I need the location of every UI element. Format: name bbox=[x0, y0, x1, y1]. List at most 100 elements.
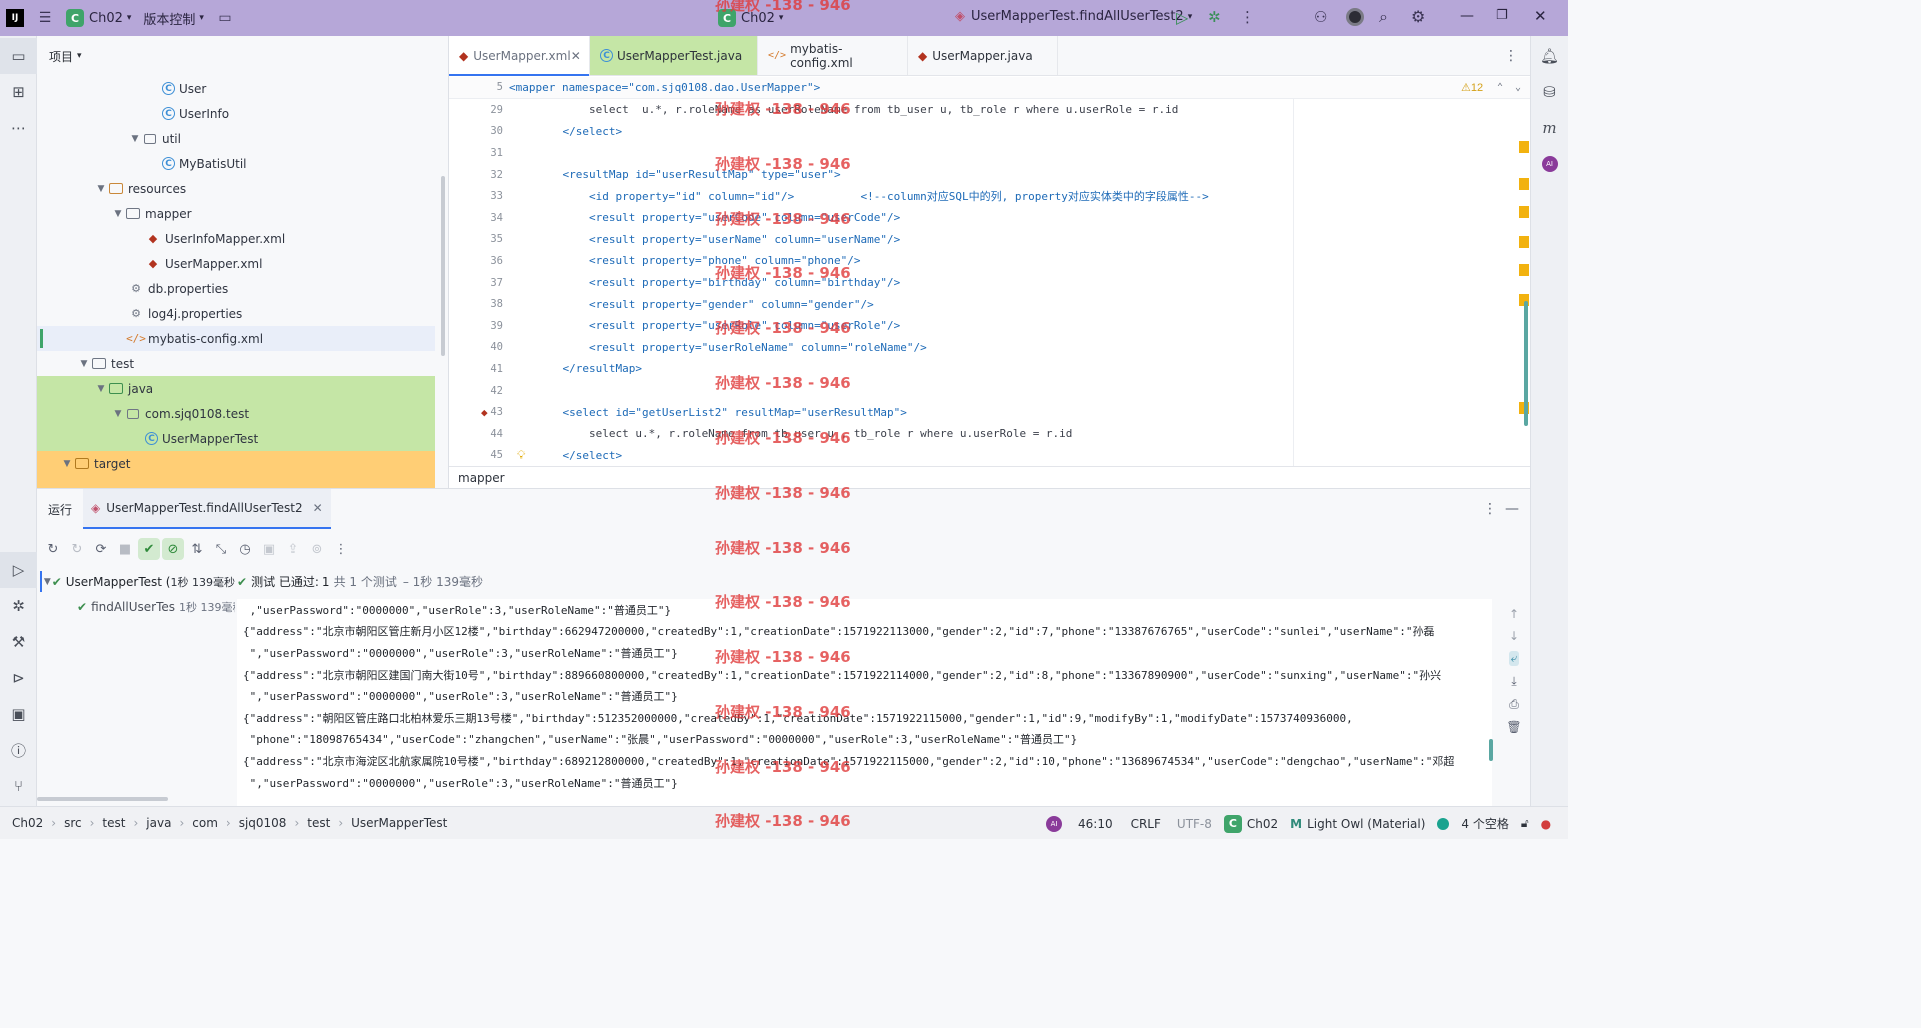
clear-console-button[interactable]: 🗑︎ bbox=[1506, 720, 1521, 734]
history-button[interactable]: ◷ bbox=[234, 538, 256, 560]
code-line[interactable]: 36 <result property="phone" column="phon… bbox=[449, 250, 1531, 272]
tree-item-user[interactable]: C User bbox=[37, 76, 435, 101]
rerun-button[interactable]: ↻ bbox=[42, 538, 64, 560]
console-scrollbar[interactable] bbox=[1489, 739, 1493, 761]
tree-item-db-properties[interactable]: ⚙ db.properties bbox=[37, 276, 435, 301]
structure-tool-button[interactable]: ⊞ bbox=[0, 74, 37, 110]
test-tree-child[interactable]: ✔ findAllUserTes 1秒 139毫秒 bbox=[37, 594, 235, 619]
console-output[interactable]: ,"userPassword":"0000000","userRole":3,"… bbox=[237, 599, 1492, 807]
theme-switcher[interactable]: M Light Owl (Material) bbox=[1284, 817, 1431, 831]
editor-scrollbar[interactable] bbox=[1524, 301, 1528, 426]
stop-button[interactable]: ■ bbox=[114, 538, 136, 560]
ai-status-button[interactable]: AI bbox=[1040, 815, 1068, 832]
rerun-failed-button[interactable]: ↻ bbox=[66, 538, 88, 560]
tab-usermapper-java[interactable]: ◆ UserMapper.java bbox=[908, 36, 1058, 75]
git-tool-button[interactable]: ⑂ bbox=[0, 768, 37, 804]
toggle-auto-test-button[interactable]: ⟳ bbox=[90, 538, 112, 560]
tree-item-mybatisutil[interactable]: C MyBatisUtil bbox=[37, 151, 435, 176]
tree-item-mapper[interactable]: ▼ mapper bbox=[37, 201, 435, 226]
project-tool-button[interactable]: ▭ bbox=[0, 38, 37, 74]
warning-stripe[interactable] bbox=[1519, 141, 1529, 153]
collapse-button[interactable]: ⤡ bbox=[210, 538, 232, 560]
code-line[interactable]: 35 <result property="userName" column="u… bbox=[449, 229, 1531, 251]
screenshot-button[interactable]: ▣ bbox=[258, 538, 280, 560]
more-tools-button[interactable]: ⋯ bbox=[0, 110, 37, 146]
warning-indicator[interactable]: ⚠12 bbox=[1461, 81, 1483, 94]
warning-stripe[interactable] bbox=[1519, 206, 1529, 218]
scroll-down-button[interactable]: ↓ bbox=[1509, 629, 1519, 643]
coverage-button[interactable]: ⊚ bbox=[306, 538, 328, 560]
tree-item-java[interactable]: ▼ java bbox=[37, 376, 435, 401]
show-passed-button[interactable]: ✔ bbox=[138, 538, 160, 560]
breadcrumb-item[interactable]: test bbox=[301, 816, 336, 830]
sticky-line[interactable]: 5 <mapper namespace="com.sjq0108.dao.Use… bbox=[449, 77, 1531, 99]
tree-item-log4j-properties[interactable]: ⚙ log4j.properties bbox=[37, 301, 435, 326]
error-indicator[interactable]: ● bbox=[1535, 817, 1557, 831]
scroll-up-button[interactable]: ↑ bbox=[1509, 607, 1519, 621]
open-folder-button[interactable]: ▭ bbox=[210, 0, 240, 36]
ai-tool-button[interactable]: AI bbox=[1531, 146, 1568, 182]
code-line[interactable]: 38 <result property="gender" column="gen… bbox=[449, 293, 1531, 315]
cursor-position[interactable]: 46:10 bbox=[1072, 817, 1119, 831]
tabs-more-button[interactable]: ⋮ bbox=[1504, 36, 1530, 75]
indent-setting[interactable]: 4 个空格 bbox=[1455, 815, 1514, 832]
code-line[interactable]: 30 </select> bbox=[449, 121, 1531, 143]
code-line[interactable]: 41 </resultMap> bbox=[449, 358, 1531, 380]
breadcrumb-item[interactable]: src bbox=[58, 816, 88, 830]
warning-stripe[interactable] bbox=[1519, 178, 1529, 190]
maximize-button[interactable]: ❐ bbox=[1496, 8, 1508, 23]
code-line[interactable]: 42 bbox=[449, 380, 1531, 402]
breadcrumb-item[interactable]: UserMapperTest bbox=[345, 816, 453, 830]
mybatis-gutter-icon[interactable]: ◆ bbox=[481, 406, 488, 419]
problems-tool-button[interactable]: ⓘ bbox=[0, 732, 37, 768]
close-icon[interactable]: ✕ bbox=[313, 501, 323, 515]
code-line[interactable]: 34 <result property="userCode" column="u… bbox=[449, 207, 1531, 229]
maven-tool-button[interactable]: m bbox=[1531, 110, 1568, 146]
test-tree-root[interactable]: ▼ ✔ UserMapperTest ( 1秒 139毫秒 bbox=[37, 569, 235, 594]
debug-tool-button[interactable]: ✲ bbox=[0, 588, 37, 624]
breadcrumb-item[interactable]: sjq0108 bbox=[233, 816, 293, 830]
close-icon[interactable]: ✕ bbox=[571, 49, 581, 63]
debug-button[interactable]: ✲ bbox=[1208, 8, 1221, 26]
close-window-button[interactable]: ✕ bbox=[1534, 7, 1547, 25]
warning-stripe[interactable] bbox=[1519, 264, 1529, 276]
run-options-button[interactable]: ⋮ bbox=[1483, 501, 1497, 517]
code-line[interactable]: 29 select u.*, r.roleName as userRoleNam… bbox=[449, 99, 1531, 121]
tab-usermappertest-java[interactable]: C UserMapperTest.java bbox=[590, 36, 758, 75]
app-logo[interactable]: IJ bbox=[0, 0, 30, 36]
sort-button[interactable]: ⇅ bbox=[186, 538, 208, 560]
export-button[interactable]: ⇪ bbox=[282, 538, 304, 560]
ai-assistant-button[interactable] bbox=[1346, 8, 1364, 26]
code-line[interactable]: 37 <result property="birthday" column="b… bbox=[449, 272, 1531, 294]
code-line[interactable]: 45 </select> 💡︎ bbox=[449, 445, 1531, 467]
prev-highlight-button[interactable]: ⌃ bbox=[1497, 82, 1503, 93]
editor-breadcrumb[interactable]: mapper bbox=[449, 466, 1531, 488]
add-user-button[interactable]: ⚇ bbox=[1314, 8, 1327, 26]
database-tool-button[interactable]: ⛁ bbox=[1531, 74, 1568, 110]
breadcrumb-item[interactable]: Ch02 bbox=[6, 816, 49, 830]
breadcrumb-item[interactable]: test bbox=[96, 816, 131, 830]
run-button[interactable]: ▷ bbox=[1176, 8, 1188, 27]
terminal-tool-button[interactable]: ▣ bbox=[0, 696, 37, 732]
tree-item-mybatis-config-xml[interactable]: </> mybatis-config.xml bbox=[37, 326, 435, 351]
next-highlight-button[interactable]: ⌄ bbox=[1515, 82, 1521, 93]
soft-wrap-button[interactable]: ⤶ bbox=[1508, 651, 1520, 666]
line-separator[interactable]: CRLF bbox=[1125, 817, 1167, 831]
notifications-button[interactable]: 🔔︎ bbox=[1531, 38, 1568, 74]
tree-item-userinfomapper-xml[interactable]: ◆ UserInfoMapper.xml bbox=[37, 226, 435, 251]
code-line[interactable]: 44 select u.*, r.roleName from tb_user u… bbox=[449, 423, 1531, 445]
tree-item-usermappertest[interactable]: C UserMapperTest bbox=[37, 426, 435, 451]
run-config-selector[interactable]: ◈ UserMapperTest.findAllUserTest2 ▾ bbox=[955, 9, 1192, 24]
tree-item-usermapper-xml[interactable]: ◆ UserMapper.xml bbox=[37, 251, 435, 276]
scroll-to-end-button[interactable]: ⤓ bbox=[1511, 674, 1516, 689]
breadcrumb-item[interactable]: com bbox=[186, 816, 224, 830]
code-line[interactable]: 40 <result property="userRoleName" colum… bbox=[449, 337, 1531, 359]
warning-stripe[interactable] bbox=[1519, 236, 1529, 248]
vcs-menu[interactable]: 版本控制 ▾ bbox=[137, 0, 210, 36]
code-line[interactable]: 43 <select id="getUserList2" resultMap="… bbox=[449, 401, 1531, 423]
hide-panel-button[interactable]: — bbox=[1505, 501, 1519, 517]
project-scrollbar[interactable] bbox=[441, 176, 445, 356]
minimize-button[interactable]: — bbox=[1460, 8, 1474, 24]
plugin-status[interactable] bbox=[1431, 817, 1455, 830]
tab-usermapper-xml[interactable]: ◆ UserMapper.xml ✕ bbox=[449, 36, 590, 76]
